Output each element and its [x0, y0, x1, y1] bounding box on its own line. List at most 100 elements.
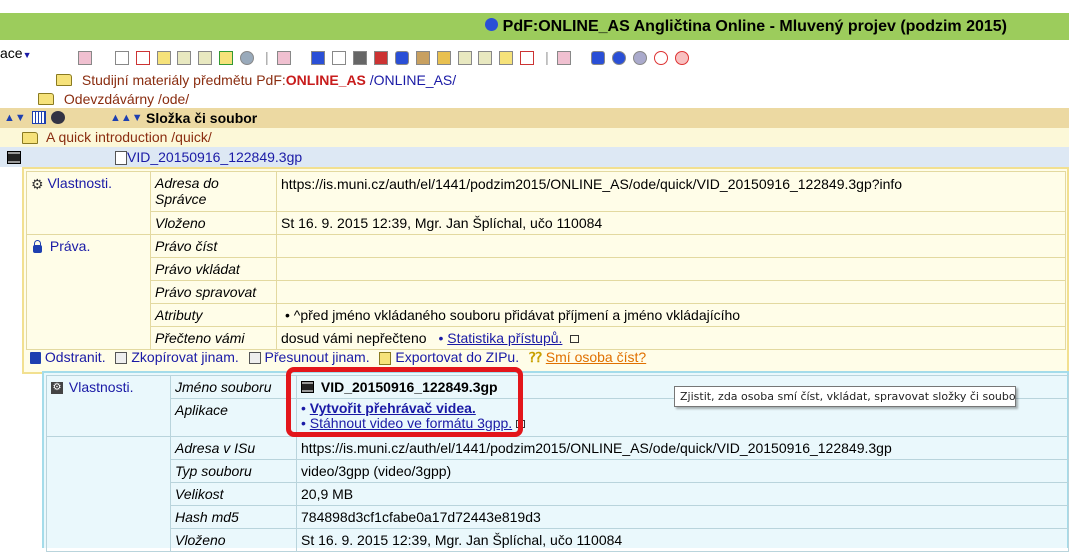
- file-edit-icon[interactable]: [332, 51, 347, 66]
- globe-icon: [484, 18, 498, 32]
- export-action[interactable]: Exportovat do ZIPu.: [379, 349, 523, 365]
- fp-vlastnosti-cell: ⚙ Vlastnosti.: [46, 375, 171, 437]
- new-file-star-icon[interactable]: [135, 51, 150, 66]
- pravo-cist-label: Právo číst: [150, 234, 277, 258]
- jmeno-label: Jméno souboru: [170, 375, 297, 399]
- copy-icon: [115, 352, 128, 365]
- path-row-2[interactable]: Odevzdávárny /ode/: [38, 89, 189, 109]
- fp-row-velikost: Velikost 20,9 MB: [47, 482, 1069, 506]
- popup-icon[interactable]: [570, 335, 580, 344]
- toolbar-dropdown-label: ace: [0, 45, 23, 61]
- broken-heart-icon[interactable]: [675, 51, 689, 66]
- fp-row-hash: Hash md5 784898d3cf1cfabe0a17d72443e819d…: [47, 505, 1069, 529]
- nav3-icon[interactable]: [556, 51, 571, 66]
- settings-icon[interactable]: [353, 51, 368, 66]
- fp-vlozeno-value: St 16. 9. 2015 12:39, Mgr. Jan Šplíchal,…: [296, 528, 1069, 552]
- velikost-label: Velikost: [170, 482, 297, 506]
- toolbar-dropdown[interactable]: ace▼: [0, 42, 32, 66]
- web-icon[interactable]: [240, 51, 255, 66]
- typ-label: Typ souboru: [170, 459, 297, 483]
- path-course: ONLINE_AS: [285, 72, 366, 88]
- move-action-label: Přesunout jinam.: [264, 349, 370, 365]
- atributy-label: Atributy: [150, 303, 277, 327]
- prava-link[interactable]: Práva.: [50, 238, 90, 254]
- question-icon[interactable]: [520, 51, 535, 66]
- lock-icon[interactable]: [394, 51, 409, 66]
- lock2-icon[interactable]: [591, 51, 606, 66]
- pravo-cist-value: [276, 234, 1066, 258]
- path-suffix: /ONLINE_AS/: [365, 72, 457, 88]
- tools-icon[interactable]: [374, 51, 388, 66]
- move-action[interactable]: Přesunout jinam.: [248, 349, 374, 365]
- zip-icon: [379, 351, 392, 365]
- trash-icon: [30, 352, 41, 365]
- new-folder-icon[interactable]: [156, 51, 171, 66]
- atributy-value: • ^před jméno vkládaného souboru přidáva…: [276, 303, 1066, 327]
- smi-action[interactable]: ⁇ Smí osoba číst?: [529, 349, 646, 365]
- props-table: ⚙ Vlastnosti. Adresa do Správce https://…: [26, 171, 1066, 350]
- delete-action[interactable]: Odstranit.: [30, 349, 109, 365]
- props-row-vlozeno: Vloženo St 16. 9. 2015 12:39, Mgr. Jan Š…: [27, 211, 1066, 235]
- copy-folder-icon[interactable]: [198, 51, 213, 66]
- folder-open-icon: [22, 132, 38, 144]
- list-header-row: ▲▼ ▲▲▼ Složka či soubor: [0, 108, 1069, 128]
- eye-icon[interactable]: [633, 51, 648, 66]
- props-row-adresa: ⚙ Vlastnosti. Adresa do Správce https://…: [26, 171, 1066, 235]
- copy2-icon[interactable]: [457, 51, 472, 66]
- bullet: •: [438, 330, 444, 346]
- pravo-spravovat-label: Právo spravovat: [150, 280, 277, 304]
- nav2-icon[interactable]: [276, 51, 291, 66]
- vlozeno-value: St 16. 9. 2015 12:39, Mgr. Jan Šplíchal,…: [276, 211, 1066, 235]
- typ-value: video/3gpp (video/3gpp): [296, 459, 1069, 483]
- toolbar: ace▼ | |: [0, 42, 1069, 66]
- path-row-1[interactable]: Studijní materiály předmětu PdF:ONLINE_A…: [56, 70, 456, 90]
- fp-vlastnosti-link[interactable]: Vlastnosti.: [69, 379, 134, 395]
- nav-icon[interactable]: [78, 51, 92, 66]
- users-icon[interactable]: [415, 51, 430, 66]
- header-title-wrap: PdF:ONLINE_AS Angličtina Online - Mluven…: [484, 17, 1007, 37]
- props-row-vkladat: Právo vkládat: [27, 257, 1066, 281]
- hash-label: Hash md5: [170, 505, 297, 529]
- adresa-value: https://is.muni.cz/auth/el/1441/podzim20…: [276, 171, 1066, 212]
- adresa-label: Adresa do Správce: [150, 171, 277, 212]
- fp-row-typ: Typ souboru video/3gpp (video/3gpp): [47, 459, 1069, 483]
- path-odevzdavarny: Odevzdávárny /ode/: [63, 91, 190, 107]
- grid-icon[interactable]: [32, 111, 46, 124]
- sort-icon[interactable]: ▲▼: [4, 108, 26, 128]
- fp-row-vlozeno: Vloženo St 16. 9. 2015 12:39, Mgr. Jan Š…: [47, 528, 1069, 552]
- sort-name-icon[interactable]: ▲▲▼: [110, 108, 143, 128]
- hash-value: 784898d3cf1cfabe0a17d72443e819d3: [296, 505, 1069, 529]
- settings-icon: ⚙: [51, 382, 63, 395]
- list-header-label: Složka či soubor: [146, 110, 258, 126]
- edit-folder-icon[interactable]: [219, 51, 234, 66]
- move-icon[interactable]: [478, 51, 493, 66]
- heart-icon[interactable]: [654, 51, 669, 66]
- toolbar-icons: | |: [78, 46, 692, 68]
- export-icon[interactable]: [499, 51, 514, 66]
- props-row-atributy: Atributy • ^před jméno vkládaného soubor…: [27, 303, 1066, 327]
- copy-action-label: Zkopírovat jinam.: [131, 349, 239, 365]
- pravo-vkladat-label: Právo vkládat: [150, 257, 277, 281]
- aplikace-label: Aplikace: [170, 398, 297, 437]
- statistika-link[interactable]: Statistika přístupů.: [447, 330, 562, 346]
- zip-icon[interactable]: [436, 51, 451, 66]
- fp-adresa-label: Adresa v ISu: [170, 436, 297, 460]
- vlozeno-label: Vloženo: [150, 211, 277, 235]
- quick-folder-row[interactable]: A quick introduction /quick/: [0, 128, 1069, 147]
- disc-icon[interactable]: [51, 111, 65, 124]
- quick-folder-label: A quick introduction /quick/: [46, 129, 212, 145]
- folder-icon: [56, 74, 72, 87]
- delete-icon[interactable]: [311, 51, 326, 66]
- tooltip-text: Zjistit, zda osoba smí číst, vkládat, sp…: [680, 390, 1016, 403]
- video-file-icon: [7, 151, 21, 164]
- file-row[interactable]: VID_20150916_122849.3gp: [0, 147, 1069, 167]
- alarm-icon[interactable]: [612, 51, 627, 66]
- copy-action[interactable]: Zkopírovat jinam.: [115, 349, 242, 365]
- vlastnosti-link[interactable]: Vlastnosti.: [47, 175, 112, 191]
- delete-action-label: Odstranit.: [44, 349, 106, 365]
- smi-action-label: Smí osoba číst?: [545, 349, 647, 365]
- copy-icon[interactable]: [177, 51, 192, 66]
- path-prefix: Studijní materiály předmětu PdF:: [81, 72, 286, 88]
- file-row-label: VID_20150916_122849.3gp: [127, 149, 303, 165]
- new-file-icon[interactable]: [114, 51, 129, 66]
